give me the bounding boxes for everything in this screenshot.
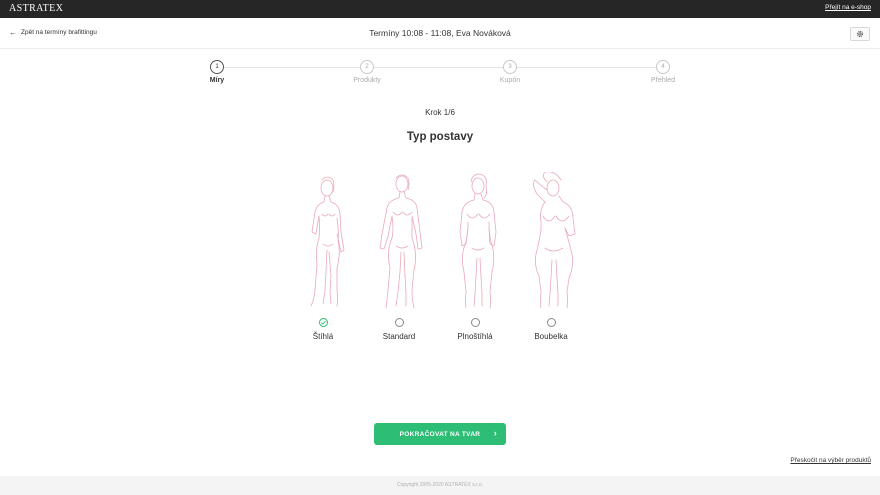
option-label: Štíhlá	[312, 332, 334, 341]
option-curvy[interactable]: Plnoštíhlá	[435, 318, 515, 341]
settings-button[interactable]	[850, 27, 870, 41]
option-standard[interactable]: Standard	[359, 318, 439, 341]
page-header: ← Zpět na termíny brafittingu Termíny 10…	[0, 18, 880, 49]
step-number: 2	[360, 60, 374, 74]
step-measurements[interactable]: 1 Míry	[187, 60, 247, 84]
step-label: Produkty	[353, 77, 381, 84]
continue-button[interactable]: POKRAČOVAT NA TVAR ›	[374, 423, 506, 445]
footer: Copyright 2005-2020 ASTRATEX s.r.o.	[0, 476, 880, 495]
option-label: Standard	[382, 332, 416, 341]
body-figure-slim[interactable]	[293, 172, 353, 310]
option-plus[interactable]: Boubelka	[511, 318, 591, 341]
step-overview[interactable]: 4 Přehled	[633, 60, 693, 84]
gear-icon	[856, 30, 864, 38]
skip-to-products-link[interactable]: Přeskočit na výběr produktů	[790, 457, 871, 464]
continue-button-label: POKRAČOVAT NA TVAR	[399, 430, 481, 438]
radio-standard[interactable]	[394, 318, 404, 327]
eshop-link[interactable]: Přejít na e-shop	[825, 4, 871, 11]
option-label: Boubelka	[534, 332, 568, 341]
check-icon	[320, 320, 326, 325]
body-figure-curvy[interactable]	[448, 172, 508, 310]
step-products[interactable]: 2 Produkty	[337, 60, 397, 84]
radio-curvy[interactable]	[470, 318, 480, 327]
option-slim[interactable]: Štíhlá	[283, 318, 363, 341]
step-number: 3	[503, 60, 517, 74]
step-number: 4	[656, 60, 670, 74]
top-bar: ASTRATEX Přejít na e-shop	[0, 0, 880, 18]
option-label: Plnoštíhlá	[457, 332, 493, 341]
body-figure-standard[interactable]	[370, 172, 430, 310]
radio-slim[interactable]	[318, 318, 328, 327]
section-title: Typ postavy	[406, 131, 474, 143]
page-title: Termíny 10:08 - 11:08, Eva Nováková	[369, 28, 511, 38]
logo: ASTRATEX	[9, 3, 64, 14]
step-label: Přehled	[650, 77, 676, 84]
radio-plus[interactable]	[546, 318, 556, 327]
step-number: 1	[210, 60, 224, 74]
progress-stepper: 1 Míry 2 Produkty 3 Kupón 4 Přehled	[195, 60, 685, 90]
chevron-right-icon: ›	[493, 428, 497, 438]
step-coupon[interactable]: 3 Kupón	[480, 60, 540, 84]
step-label: Míry	[209, 77, 225, 84]
body-figure-plus[interactable]	[525, 171, 585, 310]
copyright-text: Copyright 2005-2020 ASTRATEX s.r.o.	[396, 482, 484, 488]
step-indicator: Krok 1/6	[425, 108, 455, 117]
step-label: Kupón	[499, 77, 521, 84]
stepper-line	[217, 67, 663, 68]
